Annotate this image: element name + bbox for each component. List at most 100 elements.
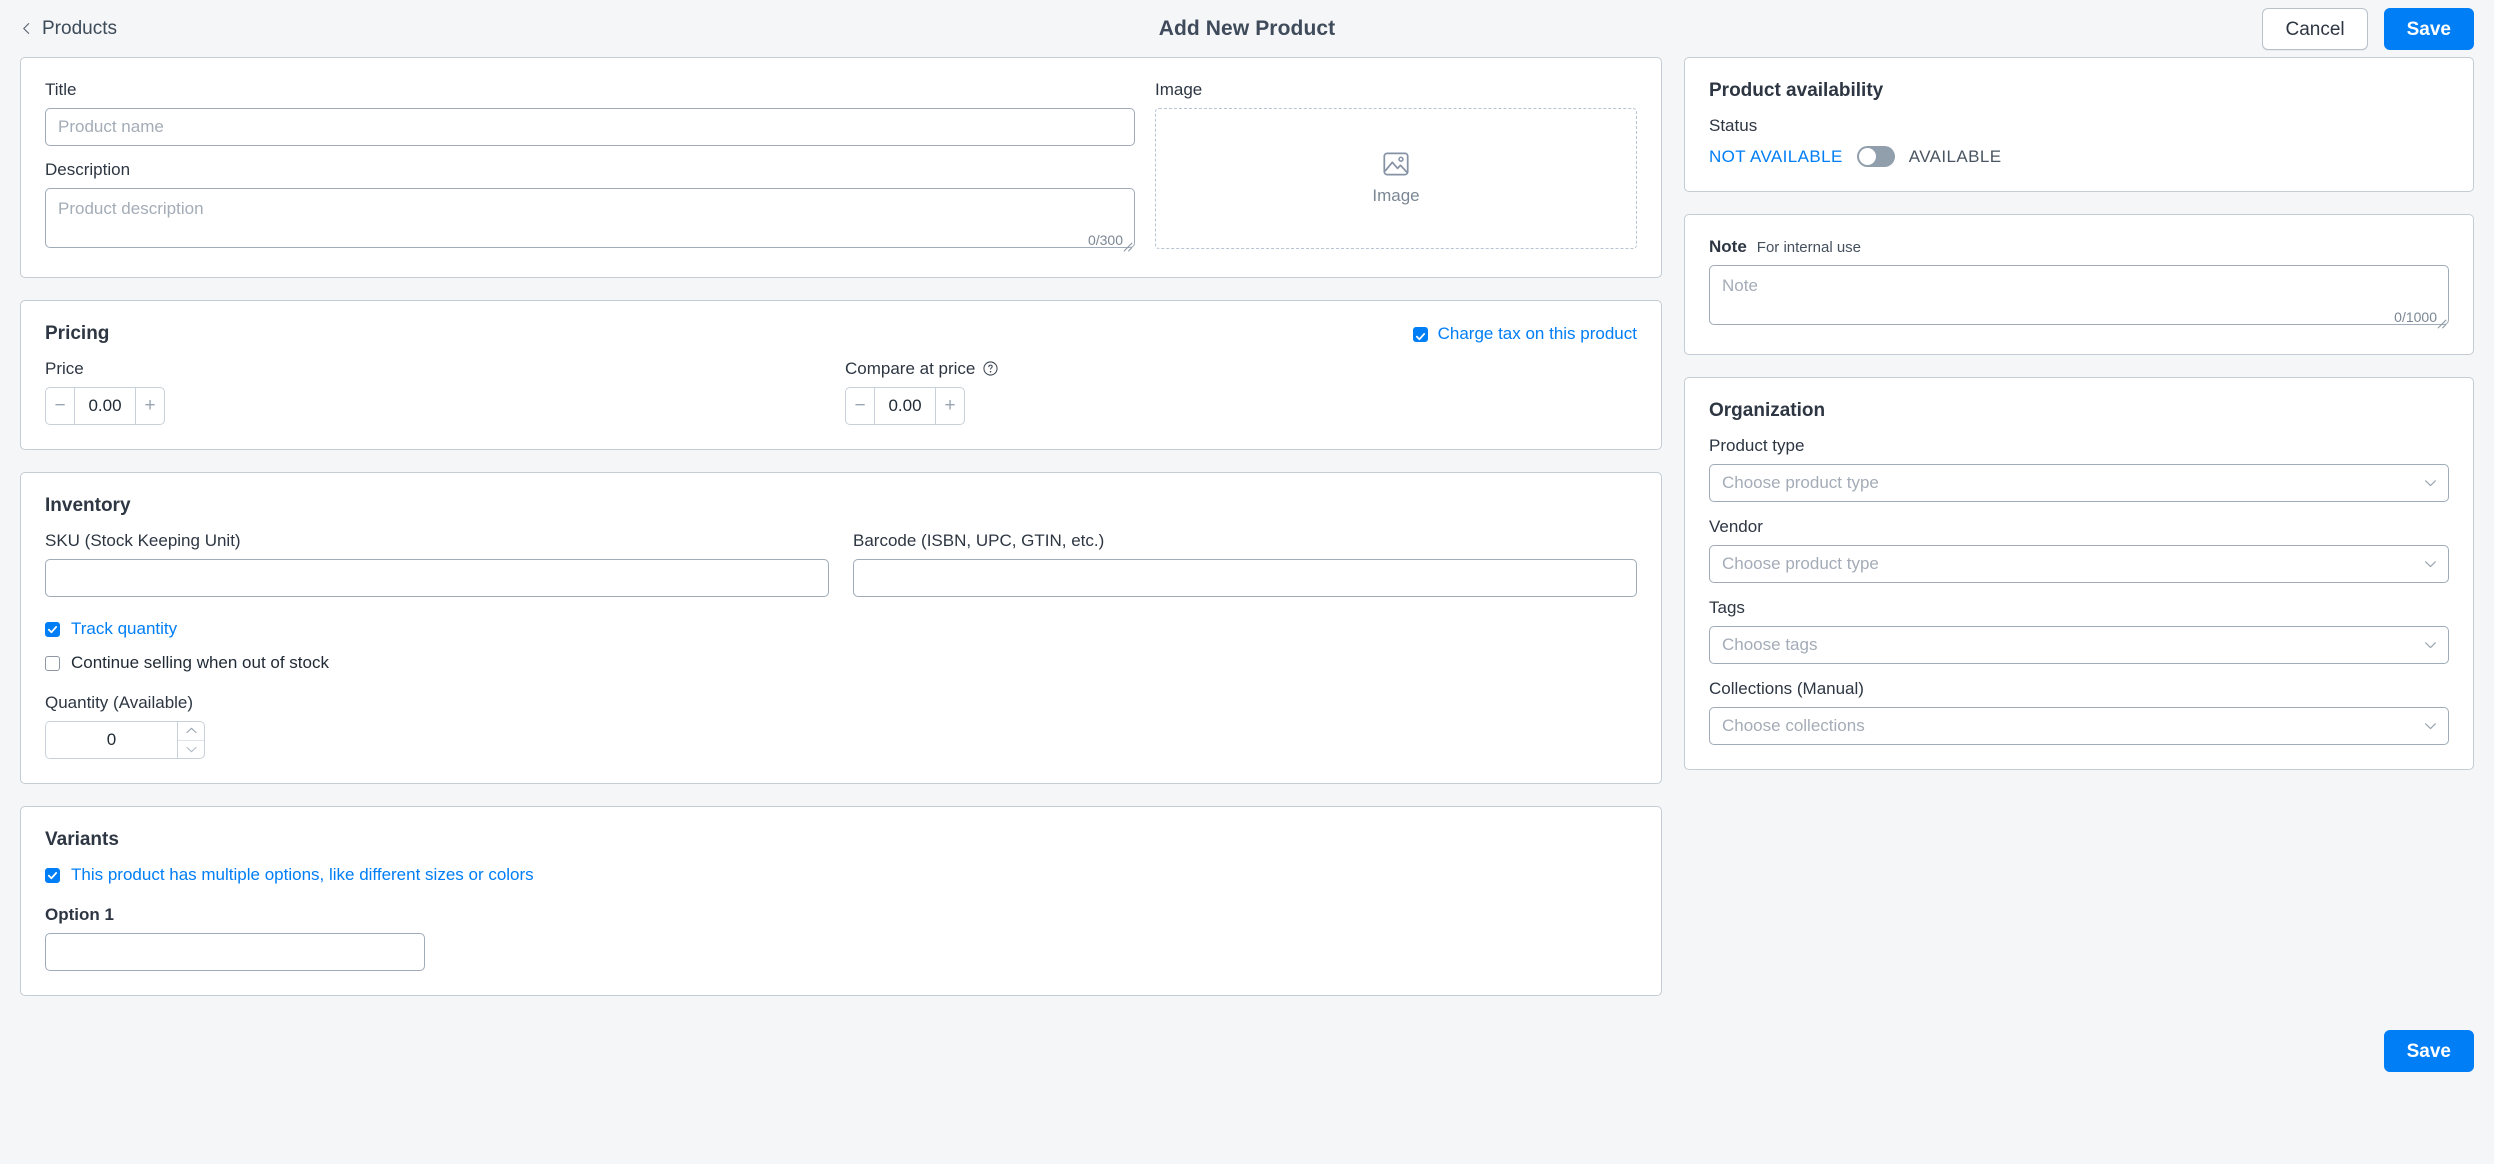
page-title: Add New Product [1158, 16, 1336, 40]
organization-section-title: Organization [1709, 400, 1826, 421]
charge-tax-label: Charge tax on this product [1437, 324, 1637, 343]
image-placeholder-icon [1383, 152, 1409, 175]
compare-price-label: Compare at price [845, 359, 998, 379]
compare-price-increment-button[interactable]: + [936, 388, 964, 424]
chevron-down-icon [2425, 561, 2436, 568]
toggle-knob [1858, 148, 1876, 165]
help-circle-icon[interactable] [983, 361, 998, 376]
option1-label: Option 1 [45, 905, 114, 924]
charge-tax-checkbox[interactable] [1412, 326, 1428, 342]
availability-toggle-row: NOT AVAILABLE AVAILABLE [1709, 146, 2449, 167]
note-card: Note For internal use 0/1000 [1684, 214, 2474, 355]
status-label: Status [1709, 116, 1758, 135]
multiple-options-row[interactable]: This product has multiple options, like … [45, 865, 1637, 885]
compare-price-input[interactable] [874, 388, 936, 424]
sku-input[interactable] [45, 559, 829, 597]
track-quantity-label: Track quantity [71, 619, 178, 638]
inventory-card: Inventory SKU (Stock Keeping Unit) Barco… [20, 472, 1662, 784]
multiple-options-checkbox[interactable] [45, 867, 60, 883]
barcode-field-group: Barcode (ISBN, UPC, GTIN, etc.) [853, 531, 1637, 597]
collections-field-group: Collections (Manual) Choose collections [1709, 679, 2449, 745]
product-type-select[interactable]: Choose product type [1709, 464, 2449, 502]
status-not-available-label: NOT AVAILABLE [1709, 146, 1843, 166]
tags-label: Tags [1709, 598, 1745, 617]
product-type-field-group: Product type Choose product type [1709, 436, 2449, 502]
check-icon [47, 625, 58, 633]
continue-selling-checkbox[interactable] [45, 655, 60, 671]
continue-selling-label: Continue selling when out of stock [71, 653, 329, 672]
price-stepper: − + [45, 387, 165, 425]
quantity-stepper [45, 721, 205, 759]
chevron-down-icon [185, 746, 197, 752]
product-availability-card: Product availability Status NOT AVAILABL… [1684, 57, 2474, 192]
description-textarea[interactable] [45, 188, 1135, 248]
note-label: Note [1709, 237, 1747, 256]
option1-input[interactable] [45, 933, 425, 971]
chevron-down-icon [2425, 723, 2436, 730]
tags-field-group: Tags Choose tags [1709, 598, 2449, 664]
chevron-down-icon [2425, 480, 2436, 487]
quantity-input[interactable] [46, 722, 178, 758]
quantity-increment-button[interactable] [178, 722, 204, 740]
track-quantity-row[interactable]: Track quantity [45, 619, 1637, 639]
quantity-arrows [178, 722, 204, 758]
page-body: Title Description 0/300 Image [0, 57, 2494, 1018]
left-column: Title Description 0/300 Image [20, 57, 1662, 1018]
compare-price-field-group: Compare at price − + [845, 359, 998, 425]
inventory-section-title: Inventory [45, 495, 131, 516]
vendor-label: Vendor [1709, 517, 1763, 536]
multiple-options-label: This product has multiple options, like … [71, 865, 534, 884]
note-textarea[interactable] [1709, 265, 2449, 325]
variants-section-title: Variants [45, 829, 119, 850]
collections-select[interactable]: Choose collections [1709, 707, 2449, 745]
vendor-field-group: Vendor Choose product type [1709, 517, 2449, 583]
price-label: Price [45, 359, 84, 378]
check-icon [1415, 332, 1425, 340]
status-available-label: AVAILABLE [1908, 146, 2002, 166]
pricing-section-title: Pricing [45, 323, 110, 344]
image-dropzone-label: Image [1372, 185, 1420, 205]
variants-card: Variants This product has multiple optio… [20, 806, 1662, 996]
title-label: Title [45, 80, 77, 99]
compare-price-decrement-button[interactable]: − [846, 388, 874, 424]
barcode-label: Barcode (ISBN, UPC, GTIN, etc.) [853, 531, 1105, 550]
description-label: Description [45, 160, 131, 179]
product-details-card: Title Description 0/300 Image [20, 57, 1662, 278]
collections-value: Choose collections [1722, 716, 1865, 735]
barcode-input[interactable] [853, 559, 1637, 597]
compare-price-label-text: Compare at price [845, 359, 976, 378]
quantity-decrement-button[interactable] [178, 739, 204, 759]
image-group: Image Image [1155, 80, 1637, 253]
collections-label: Collections (Manual) [1709, 679, 1864, 698]
top-bar: Products Add New Product Cancel Save [0, 0, 2494, 57]
tags-value: Choose tags [1722, 635, 1818, 654]
compare-price-stepper: − + [845, 387, 965, 425]
charge-tax-checkbox-row[interactable]: Charge tax on this product [1412, 324, 1637, 344]
title-input[interactable] [45, 108, 1135, 146]
quantity-label: Quantity (Available) [45, 693, 194, 712]
image-dropzone[interactable]: Image [1155, 108, 1637, 249]
bottom-bar: Save [0, 1030, 2494, 1072]
note-sub-label: For internal use [1756, 239, 1861, 256]
save-button-bottom[interactable]: Save [2383, 1030, 2474, 1072]
price-decrement-button[interactable]: − [46, 388, 74, 424]
check-icon [47, 871, 58, 879]
price-increment-button[interactable]: + [136, 388, 164, 424]
price-input[interactable] [74, 388, 136, 424]
product-type-label: Product type [1709, 436, 1805, 455]
continue-selling-row[interactable]: Continue selling when out of stock [45, 653, 1637, 673]
chevron-down-icon [2425, 642, 2436, 649]
price-field-group: Price − + [45, 359, 845, 425]
title-description-group: Title Description 0/300 [45, 80, 1135, 253]
chevron-up-icon [185, 728, 197, 734]
availability-section-title: Product availability [1709, 80, 1884, 101]
organization-card: Organization Product type Choose product… [1684, 377, 2474, 770]
track-quantity-checkbox[interactable] [45, 621, 60, 637]
vendor-select[interactable]: Choose product type [1709, 545, 2449, 583]
product-type-value: Choose product type [1722, 473, 1879, 492]
sku-field-group: SKU (Stock Keeping Unit) [45, 531, 829, 597]
availability-toggle[interactable] [1856, 146, 1895, 167]
pricing-card: Pricing Charge tax on this product Price… [20, 300, 1662, 450]
right-column: Product availability Status NOT AVAILABL… [1684, 57, 2474, 792]
tags-select[interactable]: Choose tags [1709, 626, 2449, 664]
